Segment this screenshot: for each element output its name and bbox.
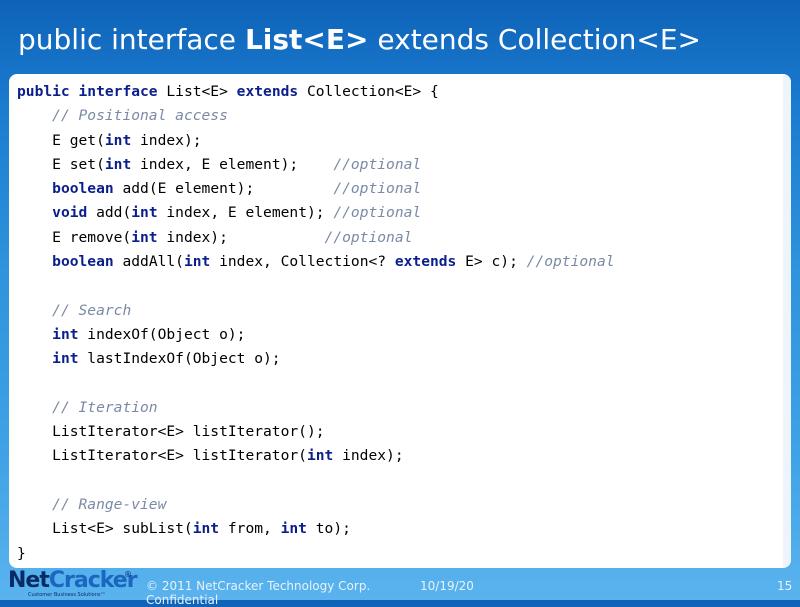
code-comment: //optional [324,228,413,246]
code-text: lastIndexOf(Object o); [78,350,281,368]
code-line: ListIterator<E> listIterator(int index); [17,444,615,468]
logo-wordmark-part1: Net [8,568,50,593]
code-text: index); [333,447,404,465]
code-line: } [17,542,615,566]
code-text: E get( [17,131,105,149]
code-keyword: int [192,520,220,538]
code-keyword: int [131,228,158,246]
code-text: ListIterator<E> listIterator(); [17,423,325,441]
slide-page-number: 15 [777,579,793,593]
code-text: indexOf(Object o); [78,325,246,343]
slide-title: public interface List<E> extends Collect… [18,18,788,62]
code-keyword: extends [394,253,457,271]
code-line: ListIterator<E> listIterator(); [17,420,615,444]
code-comment: // Iteration [52,398,158,416]
code-text: ListIterator<E> listIterator( [17,447,307,465]
slide-title-suffix: extends Collection<E> [368,23,702,56]
code-comment: //optional [526,253,615,271]
code-text: List<E> subList( [17,520,193,538]
code-line: E remove(int index); //optional [17,226,615,250]
code-line: public interface List<E> extends Collect… [17,80,615,104]
slide-title-bold: List<E> [244,23,369,56]
code-text: E> c); [456,253,527,271]
code-comment: // Search [52,301,132,319]
code-line: boolean addAll(int index, Collection<? e… [17,250,615,274]
code-line: void add(int index, E element); //option… [17,201,615,225]
code-text: index); [157,228,325,246]
code-line: E set(int index, E element); //optional [17,153,615,177]
code-comment: //optional [333,155,422,173]
code-text: E set( [17,155,105,173]
code-keyword: int [183,253,211,271]
code-line: int lastIndexOf(Object o); [17,347,615,371]
code-comment: //optional [333,204,422,222]
code-line: // Range-view [17,493,615,517]
code-keyword: void [52,204,88,222]
code-line: int indexOf(Object o); [17,323,615,347]
code-line: // Positional access [17,104,615,128]
netcracker-logo: NetCracker ® Customer Business Solutions… [8,568,138,600]
logo-registered-mark: ® [124,570,132,579]
code-text: Collection<E> { [298,83,439,100]
code-text: index, Collection<? [210,253,395,271]
logo-wordmark: NetCracker [8,568,138,593]
code-keyword: int [104,131,132,149]
code-text: add( [87,204,132,222]
code-text: add(E element); [113,180,334,198]
code-panel-edge [783,74,791,568]
code-keyword: interface [78,83,158,100]
slide-footer: NetCracker ® Customer Business Solutions… [0,568,800,607]
code-line: // Iteration [17,396,615,420]
code-text: List<E> [157,83,237,100]
code-keyword: int [131,204,158,222]
code-keyword: boolean [52,180,114,198]
logo-tagline: Customer Business Solutions™ [28,592,106,598]
code-keyword: int [280,520,307,538]
code-line: boolean add(E element); //optional [17,177,615,201]
code-comment: // Range-view [52,496,167,514]
code-text: E remove( [17,228,132,246]
code-text: index, E element); [157,204,334,222]
code-text: addAll( [113,253,184,271]
code-keyword: boolean [52,253,114,271]
code-keyword: int [52,350,79,368]
footer-copyright: © 2011 NetCracker Technology Corp. [146,579,371,593]
code-keyword: int [52,325,79,343]
code-text: index); [131,131,202,149]
code-panel: public interface List<E> extends Collect… [9,74,791,568]
code-line: // Search [17,299,615,323]
code-comment: // Positional access [52,107,228,125]
code-keyword: extends [236,83,299,100]
code-text: from, [219,520,281,538]
code-comment: //optional [333,180,422,198]
code-keyword: int [306,447,334,465]
footer-confidential: Confidential [146,593,219,607]
code-line: E get(int index); [17,129,615,153]
code-line: List<E> subList(int from, int to); [17,517,615,541]
slide-title-prefix: public interface [18,23,245,56]
code-block: public interface List<E> extends Collect… [17,80,615,566]
code-keyword: public [17,83,70,100]
code-keyword: int [104,155,132,173]
code-text: index, E element); [131,155,334,173]
code-text: } [17,544,26,562]
code-text: to); [306,520,351,538]
footer-date: 10/19/20 [420,579,474,593]
